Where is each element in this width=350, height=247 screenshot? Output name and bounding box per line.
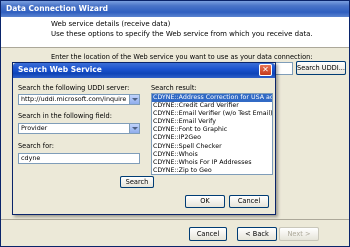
search-field-label: Search in the following field: [18, 112, 112, 120]
search-result-label: Search result: [151, 84, 197, 92]
wizard-header: Web service details (receive data) Use t… [1, 17, 349, 48]
dialog-cancel-button[interactable]: Cancel [229, 195, 269, 208]
list-item[interactable]: CDYNE::Email Verify [152, 118, 272, 126]
wizard-title-bar[interactable]: Data Connection Wizard [1, 1, 349, 17]
list-item[interactable]: CDYNE::Whois [152, 151, 272, 159]
chevron-down-icon[interactable] [129, 95, 139, 104]
close-icon[interactable]: ✕ [259, 64, 272, 76]
uddi-server-select[interactable]: http://uddi.microsoft.com/inquire [18, 94, 140, 105]
wizard-cancel-button[interactable]: Cancel [189, 227, 227, 241]
search-button[interactable]: Search [120, 176, 154, 188]
search-uddi-button[interactable]: Search UDDI... [296, 61, 346, 75]
ok-button[interactable]: OK [185, 195, 225, 208]
wizard-footer-divider [1, 219, 349, 220]
search-for-input[interactable]: cdyne [18, 153, 140, 164]
chevron-down-icon[interactable] [129, 124, 139, 133]
search-field-value: Provider [21, 124, 48, 132]
list-item[interactable]: CDYNE::Whois For IP Addresses [152, 159, 272, 167]
list-item[interactable]: CDYNE::Spell Checker [152, 143, 272, 151]
list-item[interactable]: CDYNE::IP2Geo [152, 134, 272, 142]
search-for-label: Search for: [18, 142, 54, 150]
uddi-server-value: http://uddi.microsoft.com/inquire [21, 95, 127, 103]
dialog-title-bar[interactable]: Search Web Service ✕ [13, 63, 275, 78]
uddi-server-label: Search the following UDDI server: [18, 84, 130, 92]
wizard-next-button[interactable]: Next > [279, 227, 319, 241]
search-result-list[interactable]: CDYNE::Address Correction for USA addre … [151, 93, 273, 175]
list-item[interactable]: CDYNE::Email Verifier (w/o Test Email) [152, 110, 272, 118]
wizard-location-prompt: Enter the location of the Web service yo… [51, 53, 313, 61]
list-item[interactable]: CDYNE::Credit Card Verifier [152, 102, 272, 110]
wizard-back-button[interactable]: < Back [237, 227, 277, 241]
wizard-header-title: Web service details (receive data) [51, 20, 171, 28]
dialog-title: Search Web Service [18, 65, 102, 74]
wizard-title: Data Connection Wizard [6, 4, 109, 13]
list-item[interactable]: CDYNE::Zip to Geo [152, 167, 272, 174]
wizard-header-description: Use these options to specify the Web ser… [51, 30, 313, 38]
list-item[interactable]: CDYNE::Address Correction for USA addre [152, 94, 272, 103]
search-field-select[interactable]: Provider [18, 123, 140, 134]
search-web-service-dialog: Search Web Service ✕ Search the followin… [12, 62, 276, 215]
list-item[interactable]: CDYNE::Font to Graphic [152, 126, 272, 134]
